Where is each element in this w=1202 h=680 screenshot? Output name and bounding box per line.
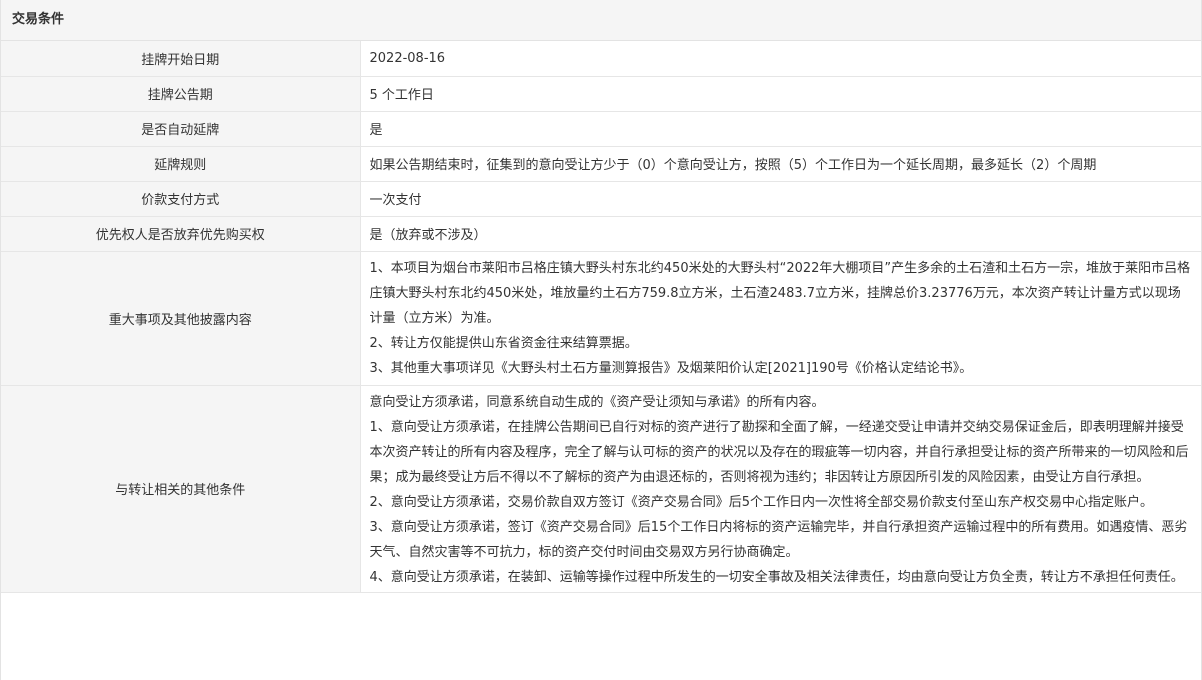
- condition-paragraph: 意向受让方须承诺，同意系统自动生成的《资产受让须知与承诺》的所有内容。: [369, 394, 825, 410]
- section-title: 交易条件: [1, 0, 1201, 41]
- disclosure-paragraph: 1、本项目为烟台市莱阳市吕格庄镇大野头村东北约450米处的大野头村“2022年大…: [369, 260, 1191, 326]
- condition-paragraph: 1、意向受让方须承诺，在挂牌公告期间已自行对标的资产进行了勘探和全面了解，一经递…: [369, 419, 1189, 485]
- row-value: 是（放弃或不涉及）: [360, 216, 1201, 252]
- other-conditions-content: 意向受让方须承诺，同意系统自动生成的《资产受让须知与承诺》的所有内容。 1、意向…: [360, 385, 1201, 593]
- table-row-extension-rule: 延牌规则 如果公告期结束时，征集到的意向受让方少于（0）个意向受让方，按照（5）…: [1, 146, 1201, 182]
- table-row-auto-extend: 是否自动延牌 是: [1, 111, 1201, 147]
- table-row-payment-method: 价款支付方式 一次支付: [1, 181, 1201, 217]
- row-value: 如果公告期结束时，征集到的意向受让方少于（0）个意向受让方，按照（5）个工作日为…: [360, 146, 1201, 182]
- row-label: 是否自动延牌: [1, 111, 361, 147]
- row-label: 优先权人是否放弃优先购买权: [1, 216, 361, 252]
- row-label: 与转让相关的其他条件: [1, 385, 361, 593]
- table-row-major-disclosure: 重大事项及其他披露内容 1、本项目为烟台市莱阳市吕格庄镇大野头村东北约450米处…: [1, 251, 1201, 386]
- table-row-preemptive-right: 优先权人是否放弃优先购买权 是（放弃或不涉及）: [1, 216, 1201, 252]
- row-label: 重大事项及其他披露内容: [1, 251, 361, 386]
- row-value: 一次支付: [360, 181, 1201, 217]
- table-row-other-conditions: 与转让相关的其他条件 意向受让方须承诺，同意系统自动生成的《资产受让须知与承诺》…: [1, 385, 1201, 593]
- row-label: 挂牌公告期: [1, 76, 361, 112]
- trade-conditions-panel: 交易条件 挂牌开始日期 2022-08-16 挂牌公告期 5 个工作日 是否自动…: [0, 0, 1202, 680]
- table-row-announcement-period: 挂牌公告期 5 个工作日: [1, 76, 1201, 112]
- row-label: 挂牌开始日期: [1, 41, 361, 77]
- condition-paragraph: 4、意向受让方须承诺，在装卸、运输等操作过程中所发生的一切安全事故及相关法律责任…: [369, 569, 1184, 585]
- row-value: 2022-08-16: [360, 41, 1201, 77]
- disclosure-paragraph: 2、转让方仅能提供山东省资金往来结算票据。: [369, 335, 638, 351]
- row-label: 延牌规则: [1, 146, 361, 182]
- condition-paragraph: 3、意向受让方须承诺，签订《资产交易合同》后15个工作日内将标的资产运输完毕，并…: [369, 519, 1188, 560]
- disclosure-paragraph: 3、其他重大事项详见《大野头村土石方量测算报告》及烟莱阳价认定[2021]190…: [369, 360, 973, 376]
- table-row-listing-start-date: 挂牌开始日期 2022-08-16: [1, 41, 1201, 77]
- condition-paragraph: 2、意向受让方须承诺，交易价款自双方签订《资产交易合同》后5个工作日内一次性将全…: [369, 494, 1154, 510]
- row-label: 价款支付方式: [1, 181, 361, 217]
- row-value: 是: [360, 111, 1201, 147]
- row-value: 5 个工作日: [360, 76, 1201, 112]
- disclosure-content: 1、本项目为烟台市莱阳市吕格庄镇大野头村东北约450米处的大野头村“2022年大…: [360, 251, 1201, 386]
- conditions-table: 挂牌开始日期 2022-08-16 挂牌公告期 5 个工作日 是否自动延牌 是 …: [1, 41, 1201, 593]
